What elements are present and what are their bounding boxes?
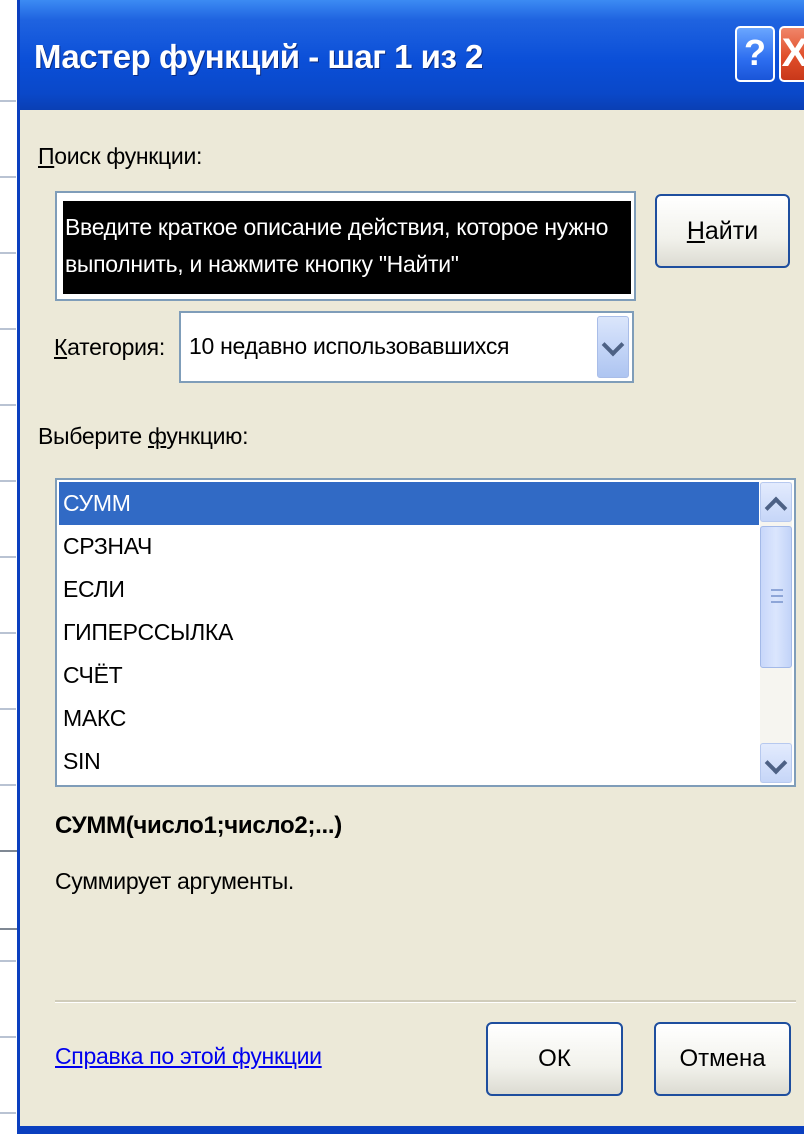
vertical-scrollbar[interactable] [760,482,792,783]
chevron-down-icon [601,333,625,357]
row-divider [0,556,16,558]
row-divider [0,252,16,254]
function-wizard-dialog: Мастер функций - шаг 1 из 2 ? X Поиск фу… [17,0,804,1134]
search-label-accel: П [38,143,55,169]
function-list-label-accel: ф [147,423,167,449]
list-item[interactable]: ГИПЕРССЫЛКА [59,611,759,654]
list-item[interactable]: СЧЁТ [59,654,759,697]
row-divider [0,480,16,482]
search-label: Поиск функции: [38,143,202,170]
row-divider [0,784,16,786]
scroll-down-button[interactable] [760,743,792,783]
separator [55,1000,796,1003]
row-divider [0,1036,16,1038]
find-button-label: айти [704,217,759,245]
list-item[interactable]: ЕСЛИ [59,568,759,611]
category-dropdown-button[interactable] [597,316,629,378]
row-divider [0,176,16,178]
ok-button[interactable]: ОК [486,1022,623,1096]
row-divider [0,328,16,330]
scroll-up-button[interactable] [760,482,792,522]
function-description: Суммирует аргументы. [55,868,295,894]
category-label: Категория: [54,334,165,361]
cancel-button[interactable]: Отмена [654,1022,791,1096]
category-label-text: атегория: [67,334,165,360]
find-button[interactable]: Найти [655,194,790,268]
list-item[interactable]: МАКС [59,697,759,740]
row-divider [0,1112,16,1114]
chevron-up-icon [764,496,788,520]
dialog-title: Мастер функций - шаг 1 из 2 [34,38,483,75]
row-divider [0,100,16,102]
category-select[interactable]: 10 недавно использовавшихся [179,311,634,383]
search-label-text: оиск функции: [54,143,203,169]
function-list[interactable]: СУММ СРЗНАЧ ЕСЛИ ГИПЕРССЫЛКА СЧЁТ МАКС S… [55,478,796,787]
function-list-label: Выберите функцию: [38,423,248,450]
list-item[interactable]: СУММ [59,482,759,525]
search-input-text: Введите краткое описание действия, котор… [65,214,609,277]
close-button[interactable]: X [779,26,804,82]
row-divider [0,708,16,710]
find-button-accel: Н [686,217,705,245]
row-divider [0,404,16,406]
category-value: 10 недавно использовавшихся [189,333,510,359]
scrollbar-thumb[interactable] [760,526,792,668]
row-divider [0,632,16,634]
grip-line [771,595,783,597]
category-label-accel: К [54,334,68,360]
list-item[interactable]: СРЗНАЧ [59,525,759,568]
dialog-bottom-border [20,1126,804,1134]
row-divider [0,960,16,962]
function-list-items: СУММ СРЗНАЧ ЕСЛИ ГИПЕРССЫЛКА СЧЁТ МАКС S… [59,482,759,783]
chevron-down-icon [764,751,788,775]
help-button[interactable]: ? [735,26,775,82]
function-help-link[interactable]: Справка по этой функции [55,1043,322,1070]
function-list-label-before: Выберите [38,423,148,449]
function-list-label-after: ункцию: [166,423,249,449]
grip-line [771,601,783,603]
grip-line [771,589,783,591]
list-item[interactable]: SIN [59,740,759,783]
title-bar[interactable]: Мастер функций - шаг 1 из 2 ? X [20,0,804,110]
function-signature: СУММ(число1;число2;...) [55,812,342,839]
search-input[interactable]: Введите краткое описание действия, котор… [55,191,636,301]
